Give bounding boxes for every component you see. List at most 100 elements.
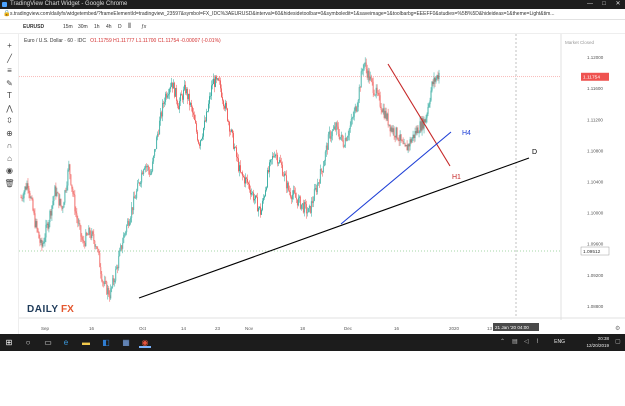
candle-body xyxy=(230,131,231,133)
brush-icon[interactable]: ✎ xyxy=(2,78,17,89)
interval-15m[interactable]: 15m xyxy=(63,20,73,34)
candle-body xyxy=(276,154,278,164)
window-title-bar: TradingView Chart Widget - Google Chrome… xyxy=(0,0,625,9)
interval-30m[interactable]: 30m xyxy=(78,20,88,34)
candle-body xyxy=(416,127,418,134)
fib-icon[interactable]: ≡ xyxy=(2,65,17,76)
fx-icon[interactable]: ƒx xyxy=(141,20,146,34)
candle-body xyxy=(33,210,35,214)
store-icon[interactable]: ▦ xyxy=(120,337,132,348)
candle-body xyxy=(412,134,414,139)
volume-icon[interactable]: ◁ xyxy=(524,337,529,348)
candle-body xyxy=(246,177,247,179)
y-tick-label: 1.09600 xyxy=(587,242,604,247)
candle-body xyxy=(261,209,262,215)
candles-icon[interactable]: ⫴ xyxy=(128,20,131,34)
market-status: Market Closed xyxy=(565,40,595,45)
candle-body xyxy=(79,223,81,226)
candle-body xyxy=(38,231,40,239)
candle-body xyxy=(194,114,195,121)
candle-body xyxy=(357,100,359,108)
trendline-icon[interactable]: ╱ xyxy=(2,53,17,64)
chrome-icon[interactable]: ◉ xyxy=(139,337,151,348)
candle-body xyxy=(358,87,360,101)
candle-body xyxy=(428,104,430,107)
search-icon[interactable]: ○ xyxy=(22,337,34,348)
candle-body xyxy=(313,189,315,201)
measure-icon[interactable]: ⇳ xyxy=(2,115,17,126)
candle-body xyxy=(372,81,374,94)
wifi-icon[interactable]: ⌇ xyxy=(536,337,539,348)
candle-body xyxy=(207,111,208,112)
candle-body xyxy=(51,205,53,216)
lock-icon: 🔒 xyxy=(3,11,11,17)
candle-body xyxy=(325,145,327,152)
windows-start-icon[interactable]: ⊞ xyxy=(3,337,15,348)
candle-body xyxy=(305,204,307,214)
language-indicator[interactable]: ENG xyxy=(554,337,565,348)
symbol-search[interactable]: EURUSD xyxy=(23,20,44,34)
url-text[interactable]: s.tradingview.com/dailyfx/widgetembed/?f… xyxy=(10,9,622,20)
taskbar-clock[interactable]: 20:38 12/20/2019 xyxy=(569,335,609,349)
tray-chevron-icon[interactable]: ⌃ xyxy=(500,337,505,348)
text-icon[interactable]: T xyxy=(2,90,17,101)
candle-body xyxy=(193,112,194,115)
magnet-icon[interactable]: ∩ xyxy=(2,140,17,151)
candle-body xyxy=(339,136,341,140)
candle-body xyxy=(27,183,29,189)
x-tick-label: Sep xyxy=(41,326,50,331)
file-explorer-icon[interactable]: ▬ xyxy=(80,337,92,348)
candle-body xyxy=(188,93,189,100)
edge-icon[interactable]: e xyxy=(60,337,72,348)
eye-icon[interactable]: ◉ xyxy=(2,165,17,176)
candle-body xyxy=(87,234,89,236)
candle-body xyxy=(345,137,347,141)
pattern-icon[interactable]: ⋀ xyxy=(2,103,17,114)
candle-body xyxy=(384,110,386,118)
candle-body xyxy=(149,170,151,175)
network-icon[interactable]: ▤ xyxy=(512,337,518,348)
candle-body xyxy=(125,232,127,234)
candle-body xyxy=(84,242,86,247)
candle-body xyxy=(411,138,413,143)
interval-4h[interactable]: 4h xyxy=(106,20,112,34)
minimize-button[interactable]: — xyxy=(583,0,597,9)
outlook-icon[interactable]: ◧ xyxy=(100,337,112,348)
candle-body xyxy=(111,286,113,289)
candle-body xyxy=(134,196,136,199)
crosshair-icon[interactable]: + xyxy=(2,40,17,51)
candle-body xyxy=(156,137,158,149)
address-bar[interactable]: 🔒 s.tradingview.com/dailyfx/widgetembed/… xyxy=(0,9,625,20)
candle-body xyxy=(174,82,176,97)
candle-body xyxy=(97,248,99,250)
candle-body xyxy=(182,95,184,100)
price-chart[interactable]: 1.12000 1.11600 1.11200 1.10800 1.10400 1.100… xyxy=(19,34,625,334)
candle-body xyxy=(238,158,239,172)
candle-body xyxy=(145,165,147,168)
trash-icon[interactable]: 🗑 xyxy=(2,178,17,189)
candle-body xyxy=(158,133,160,135)
candle-body xyxy=(45,224,47,238)
candle-body xyxy=(265,190,266,197)
task-view-icon[interactable]: ▭ xyxy=(42,337,54,348)
candle-body xyxy=(244,176,245,184)
notification-icon[interactable]: ▢ xyxy=(615,337,621,348)
lock-icon[interactable]: ⌂ xyxy=(2,153,17,164)
candle-body xyxy=(360,71,362,88)
candle-body xyxy=(159,120,161,135)
candle-body xyxy=(30,197,32,199)
maximize-button[interactable]: □ xyxy=(597,0,611,9)
interval-d[interactable]: D xyxy=(118,20,122,34)
candle-body xyxy=(355,106,357,112)
candle-body xyxy=(314,187,316,190)
zoom-icon[interactable]: ⊕ xyxy=(2,128,17,139)
interval-1h[interactable]: 1h xyxy=(94,20,100,34)
y-tick-label: 1.11200 xyxy=(587,117,603,122)
close-button[interactable]: ✕ xyxy=(611,0,625,9)
candle-body xyxy=(277,162,279,164)
candle-body xyxy=(225,102,226,109)
candle-body xyxy=(62,207,64,209)
candle-body xyxy=(273,156,275,157)
candle-body xyxy=(138,182,140,184)
candle-body xyxy=(302,203,304,213)
